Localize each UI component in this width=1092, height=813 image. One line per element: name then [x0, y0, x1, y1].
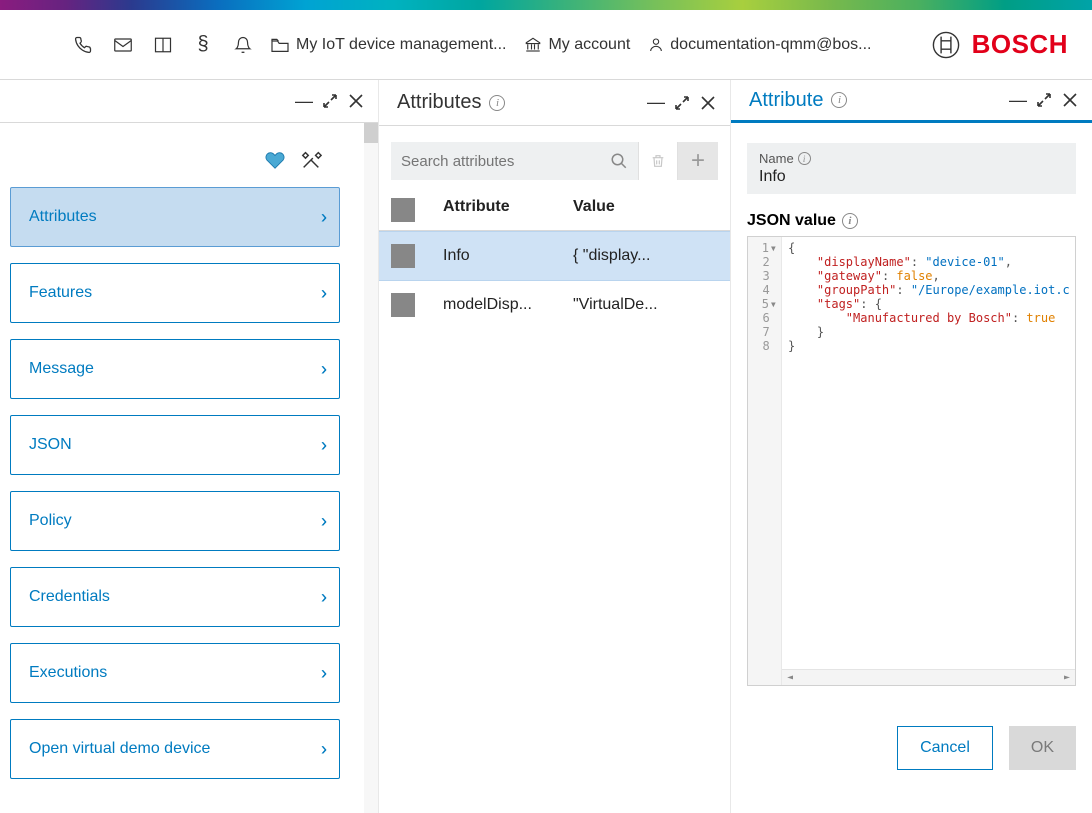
user-menu[interactable]: documentation-qmm@bos...	[648, 36, 871, 54]
footer-buttons: Cancel OK	[747, 686, 1076, 780]
name-value: Info	[759, 168, 1064, 186]
bell-icon[interactable]	[234, 36, 252, 54]
minimize-button[interactable]: —	[294, 91, 314, 111]
book-icon[interactable]	[154, 36, 172, 54]
attributes-table: Attribute Value Info { "display... model…	[379, 190, 730, 329]
account-label: My account	[548, 36, 630, 54]
add-button[interactable]: +	[678, 142, 718, 180]
top-bar: § My IoT device management... My account…	[0, 10, 1092, 80]
nav-message[interactable]: Message ››	[10, 339, 340, 399]
table-row[interactable]: Info { "display...	[379, 231, 730, 281]
search-input-container	[391, 142, 638, 180]
search-row: +	[379, 126, 730, 190]
search-icon[interactable]	[610, 152, 628, 170]
scroll-right-icon[interactable]: ►	[1059, 672, 1075, 683]
scroll-left-icon[interactable]: ◄	[782, 672, 798, 683]
row-checkbox[interactable]	[391, 244, 415, 268]
nav-label: JSON	[29, 436, 72, 454]
expand-button[interactable]	[320, 91, 340, 111]
nav-credentials[interactable]: Credentials ››	[10, 567, 340, 627]
col-attribute: Attribute	[443, 198, 573, 222]
expand-button[interactable]	[1034, 90, 1054, 110]
nav-policy[interactable]: Policy ››	[10, 491, 340, 551]
cell-value: { "display...	[573, 247, 718, 265]
info-icon[interactable]: i	[798, 152, 811, 165]
attributes-panel-head: Attributes i —	[379, 80, 730, 126]
project-breadcrumb[interactable]: My IoT device management...	[270, 36, 506, 54]
nav-open-virtual-demo[interactable]: Open virtual demo device ››	[10, 719, 340, 779]
search-input[interactable]	[401, 153, 610, 170]
select-all-checkbox[interactable]	[391, 198, 415, 222]
cell-value: "VirtualDe...	[573, 296, 718, 314]
panel-title: Attributes i	[397, 91, 505, 114]
folder-icon	[270, 37, 290, 53]
tools-icon[interactable]	[300, 149, 322, 171]
cell-attribute: modelDisp...	[443, 296, 573, 314]
panel-title-text: Attribute	[749, 89, 823, 112]
nav-executions[interactable]: Executions ››	[10, 643, 340, 703]
attribute-detail-panel: Attribute i — Name i Info	[730, 80, 1092, 813]
attributes-panel: Attributes i —	[378, 80, 730, 813]
bank-icon	[524, 36, 542, 54]
user-label: documentation-qmm@bos...	[670, 36, 871, 54]
panel-title-text: Attributes	[397, 91, 481, 114]
nav-label: Executions	[29, 664, 107, 682]
minimize-button[interactable]: —	[1008, 90, 1028, 110]
line-gutter: 1▾2 3 4 5▾6 7 8	[748, 237, 782, 685]
close-button[interactable]	[1060, 90, 1080, 110]
info-icon[interactable]: i	[831, 92, 847, 108]
table-row[interactable]: modelDisp... "VirtualDe...	[379, 281, 730, 329]
minimize-button[interactable]: —	[646, 93, 666, 113]
left-panel: — Attributes ››	[0, 80, 378, 813]
cell-attribute: Info	[443, 247, 573, 265]
horizontal-scrollbar[interactable]: ◄ ►	[782, 669, 1075, 685]
delete-button[interactable]	[638, 142, 678, 180]
project-label: My IoT device management...	[296, 36, 506, 54]
col-value: Value	[573, 198, 718, 222]
table-header: Attribute Value	[379, 190, 730, 231]
info-icon[interactable]: i	[489, 95, 505, 111]
bosch-wordmark: BOSCH	[972, 29, 1068, 60]
mail-icon[interactable]	[114, 36, 132, 54]
close-button[interactable]	[698, 93, 718, 113]
close-button[interactable]	[346, 91, 366, 111]
cancel-button[interactable]: Cancel	[897, 726, 993, 770]
section-icon[interactable]: §	[194, 36, 212, 54]
attribute-panel-head: Attribute i —	[731, 80, 1092, 123]
nav-attributes[interactable]: Attributes ››	[10, 187, 340, 247]
nav-label: Open virtual demo device	[29, 740, 210, 758]
nav-label: Credentials	[29, 588, 110, 606]
my-account-link[interactable]: My account	[524, 36, 630, 54]
nav-json[interactable]: JSON ››	[10, 415, 340, 475]
heart-icon[interactable]	[264, 149, 286, 171]
left-panel-body: Attributes ›› Features ›› Message ›› JSO…	[0, 123, 378, 813]
left-panel-head: —	[0, 80, 378, 123]
bosch-logo: BOSCH	[932, 29, 1068, 60]
name-field[interactable]: Name i Info	[747, 143, 1076, 194]
nav-label: Features	[29, 284, 92, 302]
brand-stripe	[0, 0, 1092, 10]
user-icon	[648, 36, 664, 54]
left-scrollbar[interactable]	[364, 123, 378, 813]
json-editor[interactable]: 1▾2 3 4 5▾6 7 8 { "displayName": "device…	[747, 236, 1076, 686]
row-checkbox[interactable]	[391, 293, 415, 317]
nav-label: Attributes	[29, 208, 97, 226]
nav-label: Message	[29, 360, 94, 378]
nav-features[interactable]: Features ››	[10, 263, 340, 323]
bosch-anchor-icon	[932, 31, 960, 59]
topbar-icon-group: §	[74, 36, 252, 54]
ok-button[interactable]: OK	[1009, 726, 1076, 770]
expand-button[interactable]	[672, 93, 692, 113]
json-value-label: JSON value i	[747, 212, 1076, 230]
panel-title: Attribute i	[749, 89, 847, 112]
info-icon[interactable]: i	[842, 213, 858, 229]
name-label: Name i	[759, 151, 1064, 166]
code-body[interactable]: { "displayName": "device-01", "gateway":…	[782, 237, 1075, 685]
nav-label: Policy	[29, 512, 72, 530]
phone-icon[interactable]	[74, 36, 92, 54]
